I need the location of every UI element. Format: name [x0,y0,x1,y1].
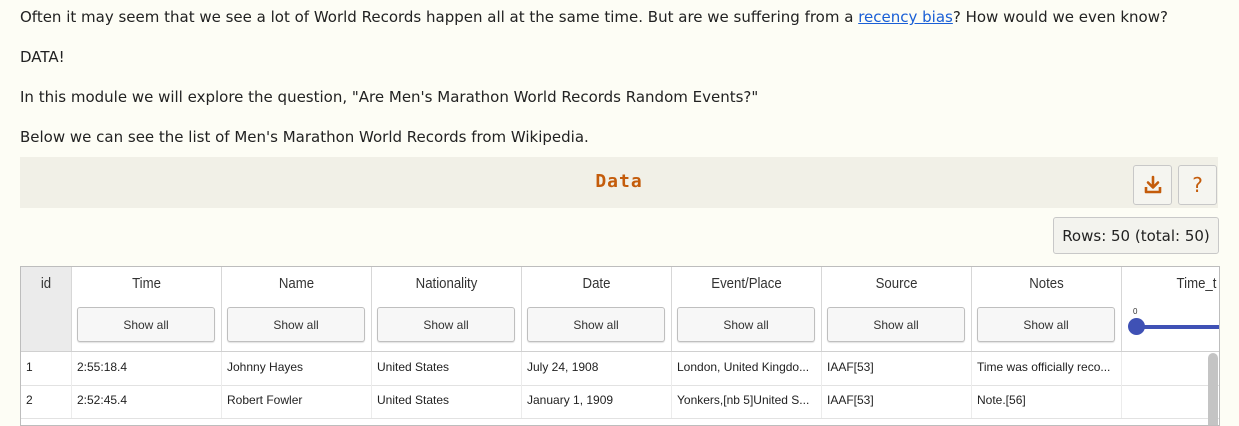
intro-paragraph-4: Below we can see the list of Men's Marat… [20,128,589,146]
cell-name: Robert Fowler [222,385,372,418]
column-label: Time_t [1176,275,1217,292]
intro-text: Often it may seem that we see a lot of W… [20,8,859,26]
cell-time: 2:52:45.4 [72,385,222,418]
cell-notes: Time was officially reco... [972,352,1122,385]
slider-handle[interactable] [1128,318,1145,335]
vertical-scrollbar[interactable] [1208,353,1218,425]
cell-nationality: United States [372,385,522,418]
filter-time-button[interactable]: Show all [77,307,215,342]
intro-paragraph-2: DATA! [20,48,65,66]
column-label: Nationality [415,275,478,292]
table-row[interactable]: 2 2:52:45.4 Robert Fowler United States … [21,385,1219,419]
column-header-id[interactable]: id [21,267,72,351]
cell-nationality: United States [372,352,522,385]
rows-count-button[interactable]: Rows: 50 (total: 50) [1053,217,1219,254]
column-label: Time [132,275,161,292]
cell-date: January 1, 1909 [522,385,672,418]
column-header-notes[interactable]: Notes Show all [972,267,1122,351]
intro-text-end: ? How would we even know? [952,8,1168,26]
table-header-row: id Time Show all Name Show all Nationali… [21,267,1219,351]
time-t-range-slider[interactable] [1137,325,1219,329]
cell-time-t [1122,352,1219,385]
cell-event-place: London, United Kingdo... [672,352,822,385]
cell-notes: Note.[56] [972,385,1122,418]
filter-date-button[interactable]: Show all [527,307,665,342]
cell-source: IAAF[53] [822,352,972,385]
intro-paragraph-3: In this module we will explore the quest… [20,88,759,106]
download-button[interactable] [1133,165,1172,205]
cell-time: 2:55:18.4 [72,352,222,385]
help-icon: ? [1192,173,1203,197]
help-button[interactable]: ? [1178,165,1217,205]
data-table: id Time Show all Name Show all Nationali… [20,266,1220,426]
cell-source: IAAF[53] [822,385,972,418]
slider-min-label: 0 [1133,307,1138,316]
download-icon [1144,175,1161,194]
column-header-event-place[interactable]: Event/Place Show all [672,267,822,351]
column-header-time-t[interactable]: Time_t 0 [1122,267,1219,351]
cell-id: 2 [21,385,72,418]
column-label: Source [875,275,918,292]
intro-paragraph-1: Often it may seem that we see a lot of W… [20,8,1168,26]
column-label: Name [278,275,315,292]
recency-bias-link[interactable]: recency bias [858,8,953,26]
column-header-nationality[interactable]: Nationality Show all [372,267,522,351]
cell-id: 1 [21,352,72,385]
column-label: Event/Place [711,275,782,292]
filter-name-button[interactable]: Show all [227,307,365,342]
table-row[interactable]: 1 2:55:18.4 Johnny Hayes United States J… [21,352,1219,386]
cell-name: Johnny Hayes [222,352,372,385]
cell-time-t [1122,385,1219,418]
column-header-time[interactable]: Time Show all [72,267,222,351]
column-label: id [40,275,52,292]
column-label: Notes [1029,275,1064,292]
filter-nationality-button[interactable]: Show all [377,307,515,342]
data-panel-header: Data [20,157,1218,208]
column-header-name[interactable]: Name Show all [222,267,372,351]
column-header-date[interactable]: Date Show all [522,267,672,351]
filter-event-place-button[interactable]: Show all [677,307,815,342]
data-panel-title: Data [595,171,643,192]
filter-source-button[interactable]: Show all [827,307,965,342]
filter-notes-button[interactable]: Show all [977,307,1115,342]
cell-event-place: Yonkers,[nb 5]United S... [672,385,822,418]
column-label: Date [582,275,611,292]
cell-date: July 24, 1908 [522,352,672,385]
column-header-source[interactable]: Source Show all [822,267,972,351]
